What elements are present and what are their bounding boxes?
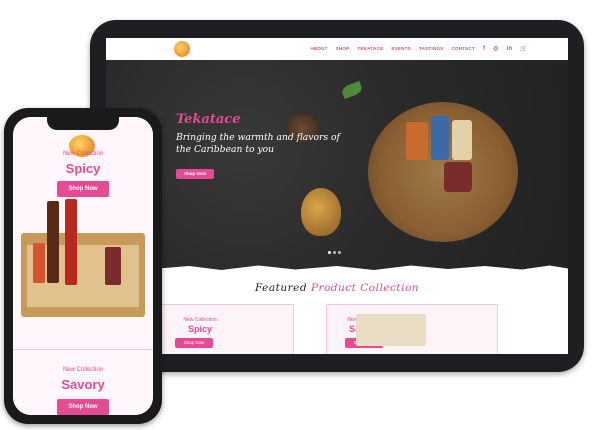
card-label: New Collection <box>183 317 217 323</box>
product-box-image <box>431 116 449 160</box>
main-nav: ABOUT SHOP TEKATACE EVENTS TASTINGS CONT… <box>310 45 528 53</box>
savory-shop-now-button[interactable]: Shop Now <box>57 399 109 415</box>
spicy-shop-now-button[interactable]: Shop Now <box>57 181 109 197</box>
sauce-jar-image <box>33 243 45 283</box>
nav-events[interactable]: EVENTS <box>391 46 411 51</box>
savory-products-image <box>356 314 426 346</box>
sauce-bottle-image <box>47 201 59 283</box>
sauce-bottle-image <box>65 199 77 285</box>
nav-tastings[interactable]: TASTINGS <box>419 46 443 51</box>
instagram-icon[interactable]: ◎ <box>493 45 498 52</box>
featured-heading: Featured Product Collection <box>106 282 568 294</box>
phone-screen: New Collection Spicy Shop Now New Collec… <box>13 117 153 415</box>
hero-brand-name: Tekatace <box>176 112 241 127</box>
collection-label: New Collection <box>62 151 104 157</box>
tablet-device: ABOUT SHOP TEKATACE EVENTS TASTINGS CONT… <box>90 20 584 372</box>
card-title: Spicy <box>187 324 212 334</box>
collection-label: New Collection <box>62 367 104 373</box>
hero-shop-now-button[interactable]: Shop Now <box>176 169 214 179</box>
nav-tekatace[interactable]: TEKATACE <box>357 46 383 51</box>
collection-title: Spicy <box>65 161 101 176</box>
collection-title: Savory <box>61 377 105 392</box>
featured-heading-part2: Product Collection <box>310 282 420 294</box>
linkedin-icon[interactable]: in <box>507 46 513 52</box>
sauce-jar-image <box>105 247 121 285</box>
card-shop-now-button[interactable]: Shop Now <box>175 338 213 348</box>
phone-device: New Collection Spicy Shop Now New Collec… <box>4 108 162 424</box>
nav-about[interactable]: ABOUT <box>310 46 327 51</box>
product-box-image <box>452 120 472 160</box>
tablet-screen: ABOUT SHOP TEKATACE EVENTS TASTINGS CONT… <box>106 38 568 354</box>
brand-logo[interactable] <box>174 41 190 57</box>
hero-tagline: Bringing the warmth and flavors of the C… <box>176 132 340 155</box>
site-header: ABOUT SHOP TEKATACE EVENTS TASTINGS CONT… <box>106 38 568 60</box>
product-box-image <box>406 122 428 160</box>
cart-icon[interactable]: 🛒 <box>520 45 528 52</box>
nav-contact[interactable]: CONTACT <box>451 46 475 51</box>
sauce-jar-image <box>444 162 472 192</box>
slider-dots[interactable] <box>328 251 341 254</box>
phone-notch <box>47 117 119 130</box>
featured-heading-part1: Featured <box>254 282 308 294</box>
nav-shop[interactable]: SHOP <box>336 46 350 51</box>
oil-bottle-image <box>301 188 341 236</box>
section-divider <box>13 349 153 350</box>
facebook-icon[interactable]: f <box>483 46 485 52</box>
